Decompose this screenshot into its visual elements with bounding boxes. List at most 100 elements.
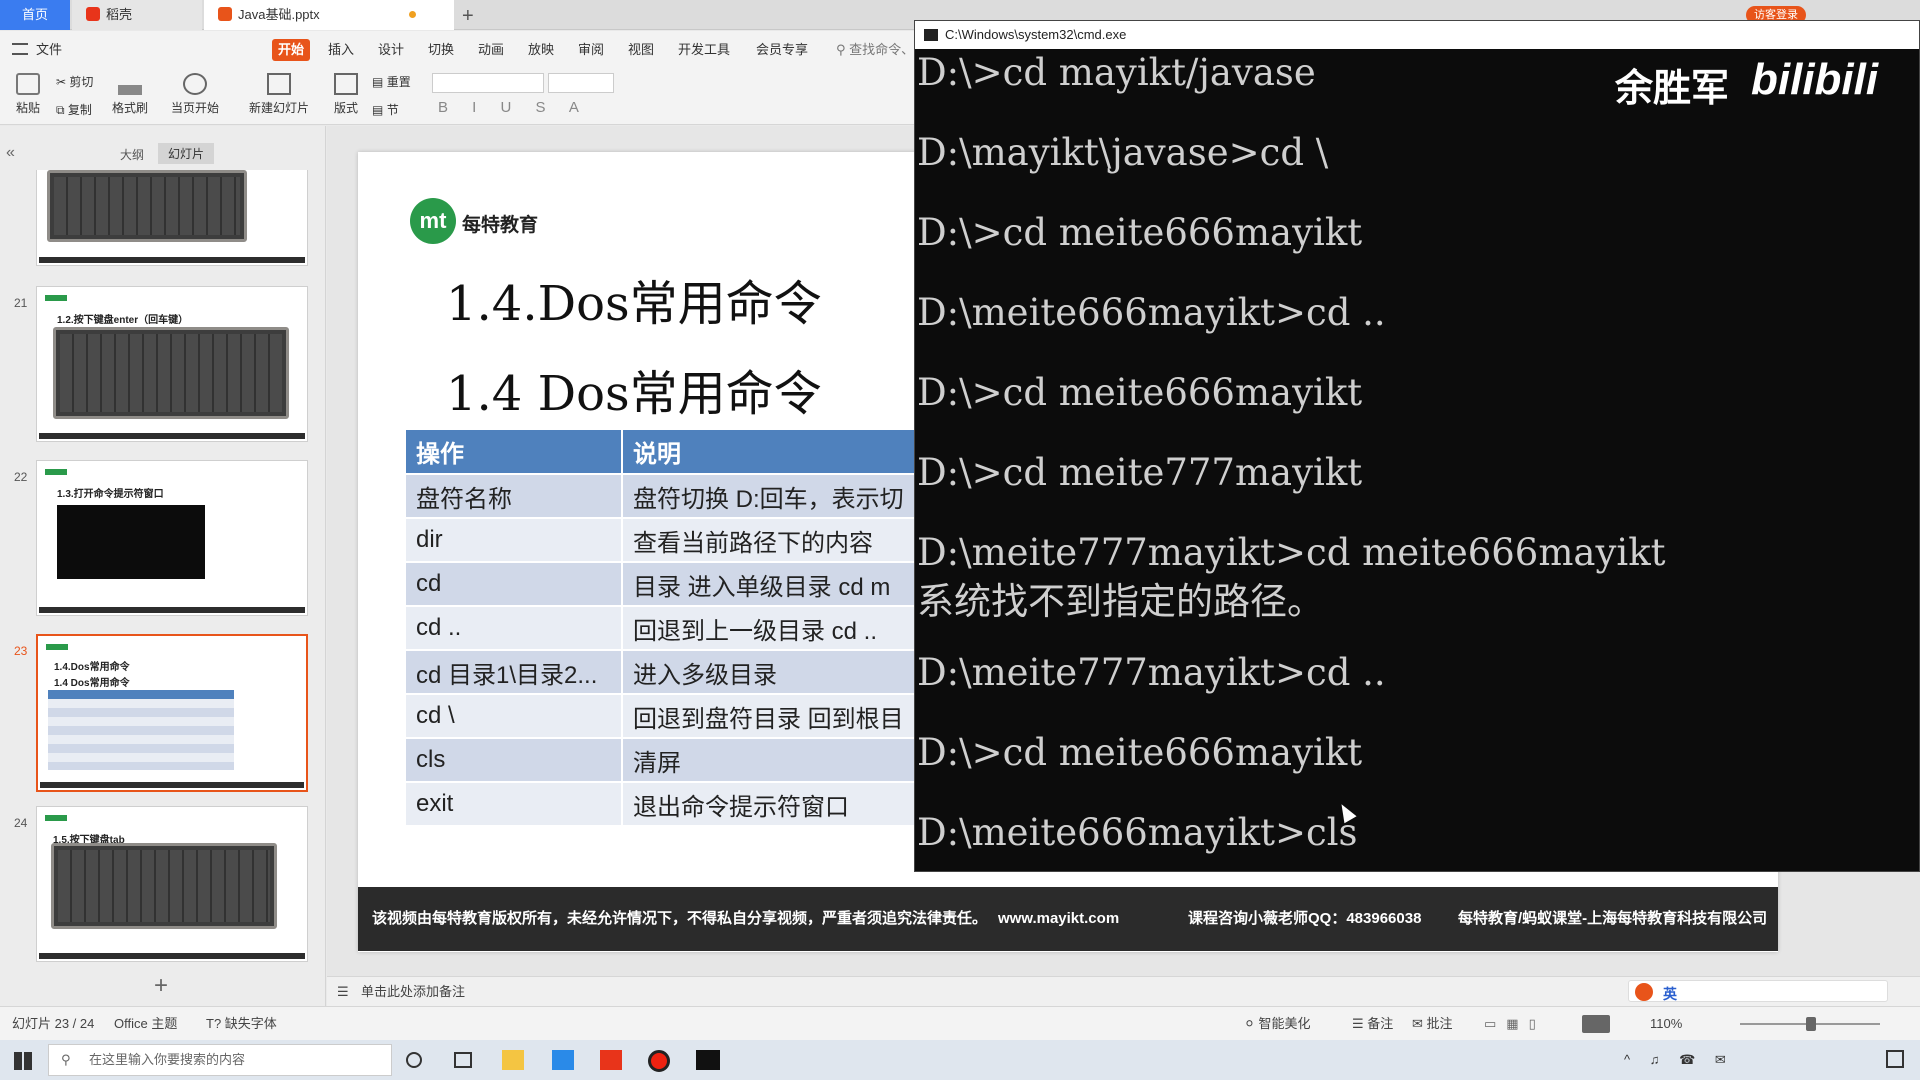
- notes-toggle-button[interactable]: ☰ 备注: [1352, 1007, 1393, 1041]
- menu-transition[interactable]: 切换: [422, 39, 460, 61]
- layout-button[interactable]: 版式: [326, 73, 366, 116]
- layout-label: 版式: [333, 101, 358, 115]
- cut-button[interactable]: ✂ 剪切: [56, 73, 102, 90]
- windows-taskbar: ⚲ 在这里输入你要搜索的内容 ^ ♫ ☎ ✉: [0, 1040, 1920, 1080]
- windows-start-icon[interactable]: [14, 1052, 32, 1070]
- menu-home[interactable]: 开始: [272, 39, 311, 61]
- comments-label: 批注: [1426, 1016, 1453, 1031]
- menu-slideshow[interactable]: 放映: [522, 39, 560, 61]
- missing-font-button[interactable]: T? 缺失字体: [206, 1007, 277, 1041]
- paste-icon: [16, 73, 40, 95]
- beautify-button[interactable]: ⚪ 智能美化: [1244, 1007, 1311, 1041]
- cmd-prompt-line: D:\meite666mayikt>cls: [917, 811, 1358, 854]
- tab-slides[interactable]: 幻灯片: [158, 143, 215, 164]
- system-tray[interactable]: ^ ♫ ☎ ✉: [1624, 1052, 1734, 1068]
- cmd-output-line: D:\>cd meite666mayikt: [917, 371, 1363, 414]
- collapse-panel-icon[interactable]: «: [6, 144, 15, 162]
- slide-number: 22: [14, 470, 28, 484]
- add-slide-icon[interactable]: +: [154, 972, 168, 1000]
- ime-toolbar[interactable]: 英: [1628, 980, 1888, 1002]
- tab-docer[interactable]: 稻壳: [72, 0, 202, 30]
- recorder-icon[interactable]: [648, 1050, 670, 1072]
- menu-file[interactable]: 文件: [30, 39, 68, 61]
- menu-developer[interactable]: 开发工具: [672, 39, 736, 61]
- ime-language[interactable]: 英: [1663, 984, 1677, 1004]
- menu-view[interactable]: 视图: [622, 39, 660, 61]
- menu-insert[interactable]: 插入: [322, 39, 360, 61]
- section-button[interactable]: ▤ 节: [372, 101, 422, 118]
- format-painter-button[interactable]: 格式刷: [108, 73, 152, 116]
- notes-toggle-label: 备注: [1367, 1016, 1394, 1031]
- cmd-taskbar-icon[interactable]: [696, 1050, 720, 1070]
- wps-icon[interactable]: [600, 1050, 622, 1070]
- table-cell: cd: [406, 562, 623, 607]
- logo-text: 每特教育: [462, 215, 539, 236]
- menu-member[interactable]: 会员专享: [750, 39, 814, 61]
- comments-button[interactable]: ✉ 批注: [1412, 1007, 1453, 1041]
- taskbar-search-input[interactable]: ⚲ 在这里输入你要搜索的内容: [48, 1044, 392, 1076]
- reset-icon: ▤: [372, 75, 384, 89]
- slide-thumbnail-23[interactable]: 1.4.Dos常用命令 1.4 Dos常用命令: [36, 634, 308, 792]
- slide-thumbnail-21[interactable]: 1.2.按下键盘enter（回车键）: [36, 286, 308, 442]
- docer-icon: [86, 7, 100, 21]
- keyboard-image: [47, 170, 247, 242]
- scissors-icon: ✂: [56, 75, 67, 89]
- notes-icon: ☰: [337, 984, 349, 999]
- layout-icon: [334, 73, 358, 95]
- file-explorer-icon[interactable]: [502, 1050, 524, 1070]
- search-icon: ⚲: [61, 1052, 71, 1067]
- hamburger-icon[interactable]: [12, 43, 28, 55]
- cmd-window[interactable]: C:\Windows\system32\cmd.exe D:\>cd mayik…: [914, 20, 1920, 872]
- play-from-current-button[interactable]: 当页开始: [166, 73, 224, 116]
- cortana-icon[interactable]: [406, 1052, 422, 1068]
- taskbar-search-placeholder: 在这里输入你要搜索的内容: [89, 1052, 246, 1067]
- font-size-select[interactable]: [548, 73, 614, 93]
- logo-icon: mt: [410, 198, 456, 244]
- zoom-level[interactable]: 110%: [1650, 1007, 1682, 1041]
- font-name-select[interactable]: [432, 73, 544, 93]
- cmd-title-bar[interactable]: C:\Windows\system32\cmd.exe: [915, 21, 1919, 49]
- keyboard-image: [51, 843, 277, 929]
- status-bar: 幻灯片 23 / 24 Office 主题 T? 缺失字体 ⚪ 智能美化 ☰ 备…: [0, 1006, 1920, 1040]
- new-tab-icon[interactable]: +: [462, 5, 474, 28]
- task-view-icon[interactable]: [454, 1052, 472, 1068]
- paste-label: 粘贴: [15, 101, 40, 115]
- menu-design[interactable]: 设计: [372, 39, 410, 61]
- slide-footer: [40, 782, 304, 788]
- theme-name[interactable]: Office 主题: [114, 1007, 177, 1041]
- new-slide-button[interactable]: 新建幻灯片: [244, 73, 314, 116]
- cmd-output-line: D:\>cd mayikt/javase: [917, 51, 1316, 94]
- menu-review[interactable]: 审阅: [572, 39, 610, 61]
- zoom-slider-handle[interactable]: [1806, 1017, 1816, 1031]
- tab-outline[interactable]: 大纲: [120, 146, 144, 163]
- slide-thumbnail[interactable]: [36, 170, 308, 266]
- tab-document-label: Java基础.pptx: [238, 7, 320, 22]
- font-style-buttons[interactable]: B I U S A: [438, 99, 589, 116]
- copyright-text: 该视频由每特教育版权所有，未经允许情况下，不得私自分享视频，严重者须追究法律责任…: [372, 910, 988, 927]
- tab-docer-label: 稻壳: [106, 7, 133, 22]
- notification-icon[interactable]: [1886, 1050, 1904, 1068]
- slide-thumbnail-24[interactable]: 1.5.按下键盘tab: [36, 806, 308, 962]
- bilibili-watermark: bilibili: [1751, 55, 1879, 104]
- slideshow-play-button[interactable]: [1582, 1015, 1610, 1033]
- reset-button[interactable]: ▤ 重置: [372, 73, 422, 90]
- view-mode-buttons[interactable]: ▭▦▯: [1484, 1007, 1546, 1041]
- table-cell: dir: [406, 518, 623, 563]
- company-text: 每特教育/蚂蚁课堂-上海每特教育科技有限公司: [1458, 910, 1768, 927]
- tab-document[interactable]: Java基础.pptx: [204, 0, 454, 30]
- reset-label: 重置: [386, 75, 411, 89]
- copy-button[interactable]: ⧉ 复制: [56, 101, 102, 118]
- slide-thumbnail-22[interactable]: 1.3.打开命令提示符窗口: [36, 460, 308, 616]
- copyright-banner: 该视频由每特教育版权所有，未经允许情况下，不得私自分享视频，严重者须追究法律责任…: [358, 887, 1778, 951]
- thumbnail-title: 1.4.Dos常用命令: [54, 662, 130, 673]
- menu-animation[interactable]: 动画: [472, 39, 510, 61]
- section-icon: ▤: [372, 103, 384, 117]
- command-search[interactable]: ⚲ 查找命令、: [830, 39, 920, 61]
- paste-button[interactable]: 粘贴: [10, 73, 46, 116]
- cmd-window-image: [57, 505, 205, 579]
- tab-home[interactable]: 首页: [0, 0, 70, 30]
- sogou-icon: [1635, 983, 1653, 1001]
- app-icon[interactable]: [552, 1050, 574, 1070]
- cmd-title: C:\Windows\system32\cmd.exe: [945, 27, 1127, 42]
- cmd-output-line: D:\mayikt\javase>cd \: [917, 131, 1329, 174]
